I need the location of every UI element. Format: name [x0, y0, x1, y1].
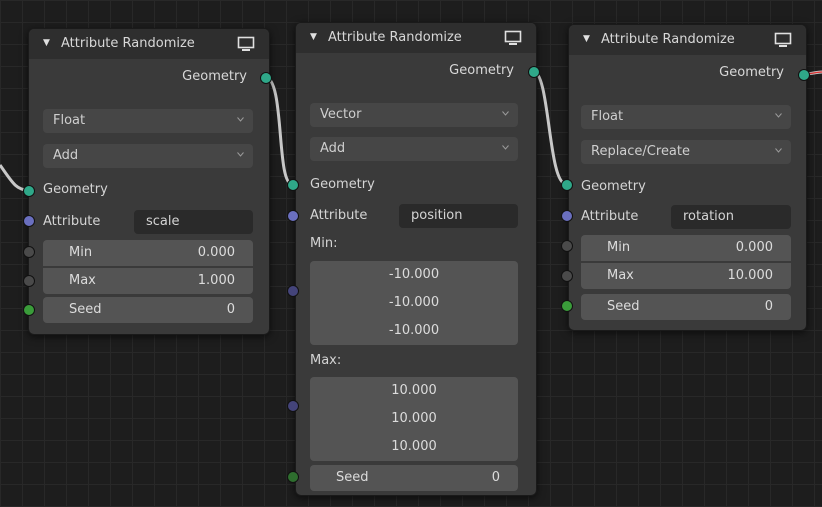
output-geometry-label: Geometry	[182, 69, 247, 84]
chevron-down-icon	[775, 113, 782, 118]
seed-value: 0	[764, 299, 773, 314]
node-header[interactable]: ▼ Attribute Randomize	[296, 23, 536, 53]
attribute-label: Attribute	[43, 214, 101, 229]
min-socket[interactable]	[23, 246, 35, 258]
node-title: Attribute Randomize	[601, 32, 735, 47]
monitor-icon[interactable]	[504, 30, 522, 46]
monitor-icon[interactable]	[774, 32, 792, 48]
max-field[interactable]: Max 1.000	[43, 268, 253, 294]
min-vector-label: Min:	[310, 236, 338, 251]
input-geometry-label: Geometry	[581, 179, 646, 194]
data-type-value: Float	[591, 109, 624, 124]
seed-socket[interactable]	[287, 471, 299, 483]
attribute-name-field[interactable]: rotation	[671, 205, 791, 229]
min-socket[interactable]	[561, 240, 573, 252]
seed-socket[interactable]	[561, 300, 573, 312]
operation-dropdown[interactable]: Add	[43, 144, 253, 168]
link-node2-node3	[532, 69, 567, 186]
seed-value: 0	[226, 302, 235, 317]
max-socket[interactable]	[23, 275, 35, 287]
output-geometry-socket[interactable]	[798, 69, 810, 81]
node-title: Attribute Randomize	[328, 30, 462, 45]
min-field[interactable]: Min 0.000	[581, 235, 791, 261]
max-label: Max	[607, 268, 634, 283]
seed-value: 0	[491, 470, 500, 485]
data-type-value: Vector	[320, 107, 362, 122]
max-y-field[interactable]: 10.000	[310, 405, 518, 433]
data-type-dropdown[interactable]: Float	[43, 109, 253, 133]
attribute-name-value: rotation	[683, 209, 734, 224]
input-geometry-socket[interactable]	[23, 185, 35, 197]
max-label: Max	[69, 273, 96, 288]
chevron-down-icon	[237, 152, 244, 157]
operation-value: Add	[320, 141, 346, 156]
max-value: 10.000	[727, 268, 774, 283]
min-label: Min	[607, 240, 631, 255]
attribute-randomize-node-3[interactable]: ▼ Attribute Randomize Geometry Float Rep…	[568, 24, 807, 331]
seed-socket[interactable]	[23, 304, 35, 316]
seed-label: Seed	[336, 470, 369, 485]
input-geometry-label: Geometry	[43, 182, 108, 197]
attribute-socket[interactable]	[561, 210, 573, 222]
data-type-value: Float	[53, 113, 86, 128]
input-geometry-label: Geometry	[310, 177, 375, 192]
min-socket[interactable]	[287, 285, 299, 297]
max-x-field[interactable]: 10.000	[310, 377, 518, 405]
min-label: Min	[69, 245, 93, 260]
max-socket[interactable]	[287, 400, 299, 412]
min-value: 0.000	[735, 240, 773, 255]
attribute-name-field[interactable]: position	[399, 204, 518, 228]
monitor-icon[interactable]	[237, 36, 255, 52]
attribute-randomize-node-1[interactable]: ▼ Attribute Randomize Geometry Float Add…	[28, 28, 270, 335]
seed-field[interactable]: Seed 0	[43, 297, 253, 323]
collapse-arrow-icon[interactable]: ▼	[583, 34, 590, 44]
data-type-dropdown[interactable]: Vector	[310, 103, 518, 127]
min-field[interactable]: Min 0.000	[43, 240, 253, 266]
chevron-down-icon	[775, 148, 782, 153]
collapse-arrow-icon[interactable]: ▼	[310, 32, 317, 42]
operation-dropdown[interactable]: Replace/Create	[581, 140, 791, 164]
output-geometry-socket[interactable]	[260, 72, 272, 84]
min-y-field[interactable]: -10.000	[310, 289, 518, 317]
max-value: 1.000	[197, 273, 235, 288]
attribute-label: Attribute	[310, 208, 368, 223]
attribute-name-value: position	[411, 208, 463, 223]
chevron-down-icon	[502, 145, 509, 150]
attribute-name-field[interactable]: scale	[134, 210, 253, 234]
seed-field[interactable]: Seed 0	[310, 465, 518, 491]
seed-label: Seed	[69, 302, 102, 317]
seed-field[interactable]: Seed 0	[581, 294, 791, 320]
input-geometry-socket[interactable]	[561, 179, 573, 191]
max-field[interactable]: Max 10.000	[581, 263, 791, 289]
node-header[interactable]: ▼ Attribute Randomize	[569, 25, 806, 55]
node-header[interactable]: ▼ Attribute Randomize	[29, 29, 269, 59]
attribute-label: Attribute	[581, 209, 639, 224]
min-z-field[interactable]: -10.000	[310, 317, 518, 345]
output-geometry-socket[interactable]	[528, 66, 540, 78]
attribute-socket[interactable]	[23, 215, 35, 227]
max-socket[interactable]	[561, 270, 573, 282]
collapse-arrow-icon[interactable]: ▼	[43, 38, 50, 48]
attribute-name-value: scale	[146, 214, 180, 229]
attribute-randomize-node-2[interactable]: ▼ Attribute Randomize Geometry Vector Ad…	[295, 22, 537, 496]
operation-value: Replace/Create	[591, 144, 690, 159]
chevron-down-icon	[502, 111, 509, 116]
input-geometry-socket[interactable]	[287, 179, 299, 191]
node-title: Attribute Randomize	[61, 36, 195, 51]
output-geometry-label: Geometry	[719, 65, 784, 80]
output-geometry-label: Geometry	[449, 63, 514, 78]
seed-label: Seed	[607, 299, 640, 314]
max-z-field[interactable]: 10.000	[310, 433, 518, 461]
min-value: 0.000	[197, 245, 235, 260]
max-vector-label: Max:	[310, 353, 342, 368]
chevron-down-icon	[237, 117, 244, 122]
min-x-field[interactable]: -10.000	[310, 261, 518, 289]
operation-value: Add	[53, 148, 79, 163]
attribute-socket[interactable]	[287, 210, 299, 222]
operation-dropdown[interactable]: Add	[310, 137, 518, 161]
data-type-dropdown[interactable]: Float	[581, 105, 791, 129]
